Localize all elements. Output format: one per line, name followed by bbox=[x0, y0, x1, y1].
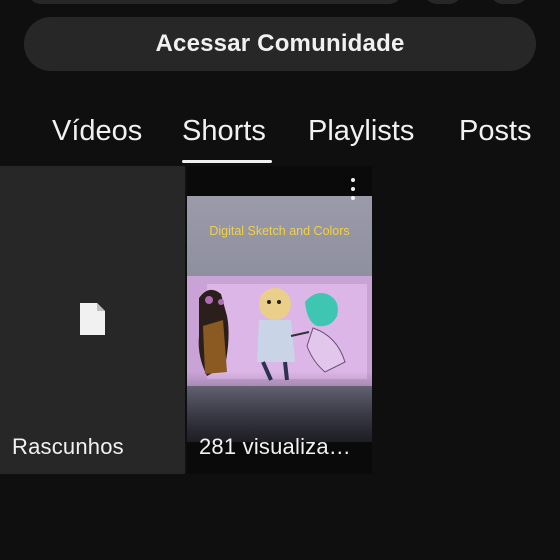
tab-videos[interactable]: Vídeos bbox=[52, 108, 142, 158]
tab-shorts[interactable]: Shorts bbox=[182, 108, 266, 158]
top-search-bar[interactable] bbox=[28, 0, 402, 4]
tab-selected-indicator bbox=[182, 160, 272, 163]
tab-playlists[interactable]: Playlists bbox=[308, 108, 414, 158]
community-button-label: Acessar Comunidade bbox=[155, 30, 405, 57]
thumbnail-title: Digital Sketch and Colors bbox=[209, 224, 350, 238]
tab-posts[interactable]: Posts bbox=[459, 108, 532, 158]
drafts-label: Rascunhos bbox=[12, 434, 124, 459]
community-button[interactable]: Acessar Comunidade bbox=[24, 17, 536, 71]
thumbnail-fade bbox=[187, 372, 372, 442]
drafts-card[interactable]: Rascunhos bbox=[0, 166, 185, 474]
document-icon bbox=[80, 303, 105, 335]
short-thumbnail: Digital Sketch and Colors bbox=[187, 196, 372, 442]
more-vert-icon[interactable] bbox=[348, 178, 358, 200]
short-views-label: 281 visualiza… bbox=[199, 434, 351, 459]
thumbnail-artwork bbox=[187, 276, 372, 386]
short-card[interactable]: Digital Sketch and Colors 281 visualiza… bbox=[187, 166, 372, 474]
top-action-button[interactable] bbox=[490, 0, 528, 4]
channel-tabs: Vídeos Shorts Playlists Posts bbox=[0, 108, 560, 168]
top-action-button[interactable] bbox=[424, 0, 462, 4]
